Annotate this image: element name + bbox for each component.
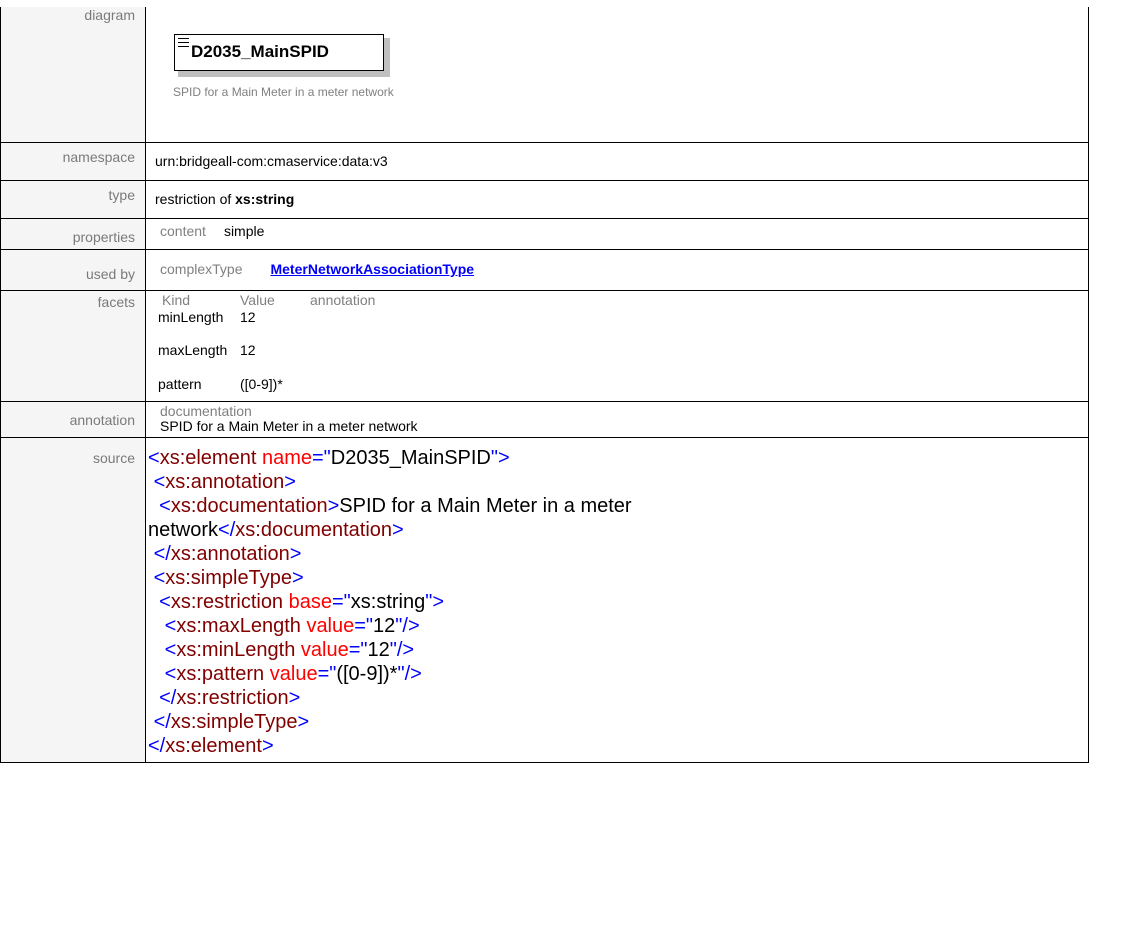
- facets-header-value: Value: [240, 292, 275, 308]
- namespace-row: namespace urn:bridgeall-com:cmaservice:d…: [0, 142, 1089, 181]
- properties-key: content: [160, 223, 206, 239]
- facet-kind: maxLength: [158, 342, 228, 358]
- facets-row-item: maxLength 12: [158, 333, 375, 367]
- annotation-row: annotation documentation SPID for a Main…: [0, 401, 1089, 438]
- src-max-length: 12: [373, 615, 396, 637]
- annotation-label: annotation: [0, 401, 146, 438]
- namespace-label: namespace: [0, 142, 146, 181]
- schema-doc-table: diagram D2035_MainSPID SPID for a Main M…: [0, 0, 1089, 763]
- facet-value: ([0-9])*: [240, 376, 283, 392]
- src-min-length: 12: [367, 639, 390, 661]
- annotation-value: documentation SPID for a Main Meter in a…: [146, 402, 1088, 437]
- used-by-label: used by: [0, 249, 146, 291]
- top-strip: [0, 0, 1089, 7]
- element-box[interactable]: D2035_MainSPID: [174, 34, 384, 71]
- facets-header-annotation: annotation: [310, 292, 376, 308]
- diagram-cell: D2035_MainSPID SPID for a Main Meter in …: [145, 0, 1089, 143]
- used-by-link[interactable]: MeterNetworkAssociationType: [270, 261, 474, 277]
- properties-row: properties content simple: [0, 218, 1089, 250]
- type-cell: restriction of xs:string: [145, 180, 1089, 219]
- src-restriction-base: xs:string: [350, 591, 426, 613]
- type-prefix: restriction of: [155, 191, 236, 207]
- source-label: source: [0, 437, 146, 763]
- properties-value: content simple: [146, 219, 1088, 249]
- diagram-label: diagram: [0, 0, 146, 143]
- src-doc-line1: SPID for a Main Meter in a meter: [339, 495, 632, 517]
- used-by-key: complexType: [160, 261, 243, 277]
- facets-label: facets: [0, 290, 146, 402]
- properties-cell: content simple: [145, 218, 1089, 250]
- used-by-value: complexType MeterNetworkAssociationType: [146, 250, 1088, 290]
- src-pattern: ([0-9])*: [336, 663, 398, 685]
- text-lines-icon: [178, 38, 189, 47]
- source-row: source <xs:element name="D2035_MainSPID"…: [0, 437, 1089, 763]
- src-doc-line2: network: [148, 519, 219, 541]
- facet-kind: pattern: [158, 376, 202, 392]
- annotation-key: documentation: [160, 403, 252, 419]
- annotation-text: SPID for a Main Meter in a meter network: [160, 418, 418, 434]
- facets-table: Kind Value annotation minLength 12 maxLe…: [158, 293, 375, 401]
- type-label: type: [0, 180, 146, 219]
- facets-row-item: pattern ([0-9])*: [158, 367, 375, 401]
- facets-header-kind: Kind: [162, 292, 191, 308]
- annotation-cell: documentation SPID for a Main Meter in a…: [145, 401, 1089, 438]
- facet-kind: minLength: [158, 309, 224, 325]
- facets-cell: Kind Value annotation minLength 12 maxLe…: [145, 290, 1089, 402]
- facets-header: Kind Value annotation: [158, 293, 375, 307]
- facet-value: 12: [240, 342, 256, 358]
- used-by-row: used by complexType MeterNetworkAssociati…: [0, 249, 1089, 291]
- element-description: SPID for a Main Meter in a meter network: [173, 85, 394, 99]
- type-base: xs:string: [235, 191, 295, 207]
- type-row: type restriction of xs:string: [0, 180, 1089, 219]
- element-name: D2035_MainSPID: [191, 42, 329, 61]
- facets-row-item: minLength 12: [158, 307, 375, 333]
- src-element-name: D2035_MainSPID: [330, 447, 491, 469]
- diagram: D2035_MainSPID SPID for a Main Meter in …: [146, 1, 1088, 142]
- diagram-row: diagram D2035_MainSPID SPID for a Main M…: [0, 0, 1089, 143]
- facets-row: facets Kind Value annotation minLength 1…: [0, 290, 1089, 402]
- namespace-value: urn:bridgeall-com:cmaservice:data:v3: [155, 153, 388, 169]
- used-by-cell: complexType MeterNetworkAssociationType: [145, 249, 1089, 291]
- source-cell: <xs:element name="D2035_MainSPID"> <xs:a…: [145, 437, 1089, 763]
- properties-val: simple: [223, 223, 265, 239]
- type-value: restriction of xs:string: [155, 181, 1088, 218]
- facet-value: 12: [240, 309, 256, 325]
- source-code: <xs:element name="D2035_MainSPID"> <xs:a…: [148, 447, 632, 757]
- namespace-cell: urn:bridgeall-com:cmaservice:data:v3: [145, 142, 1089, 181]
- properties-label: properties: [0, 218, 146, 250]
